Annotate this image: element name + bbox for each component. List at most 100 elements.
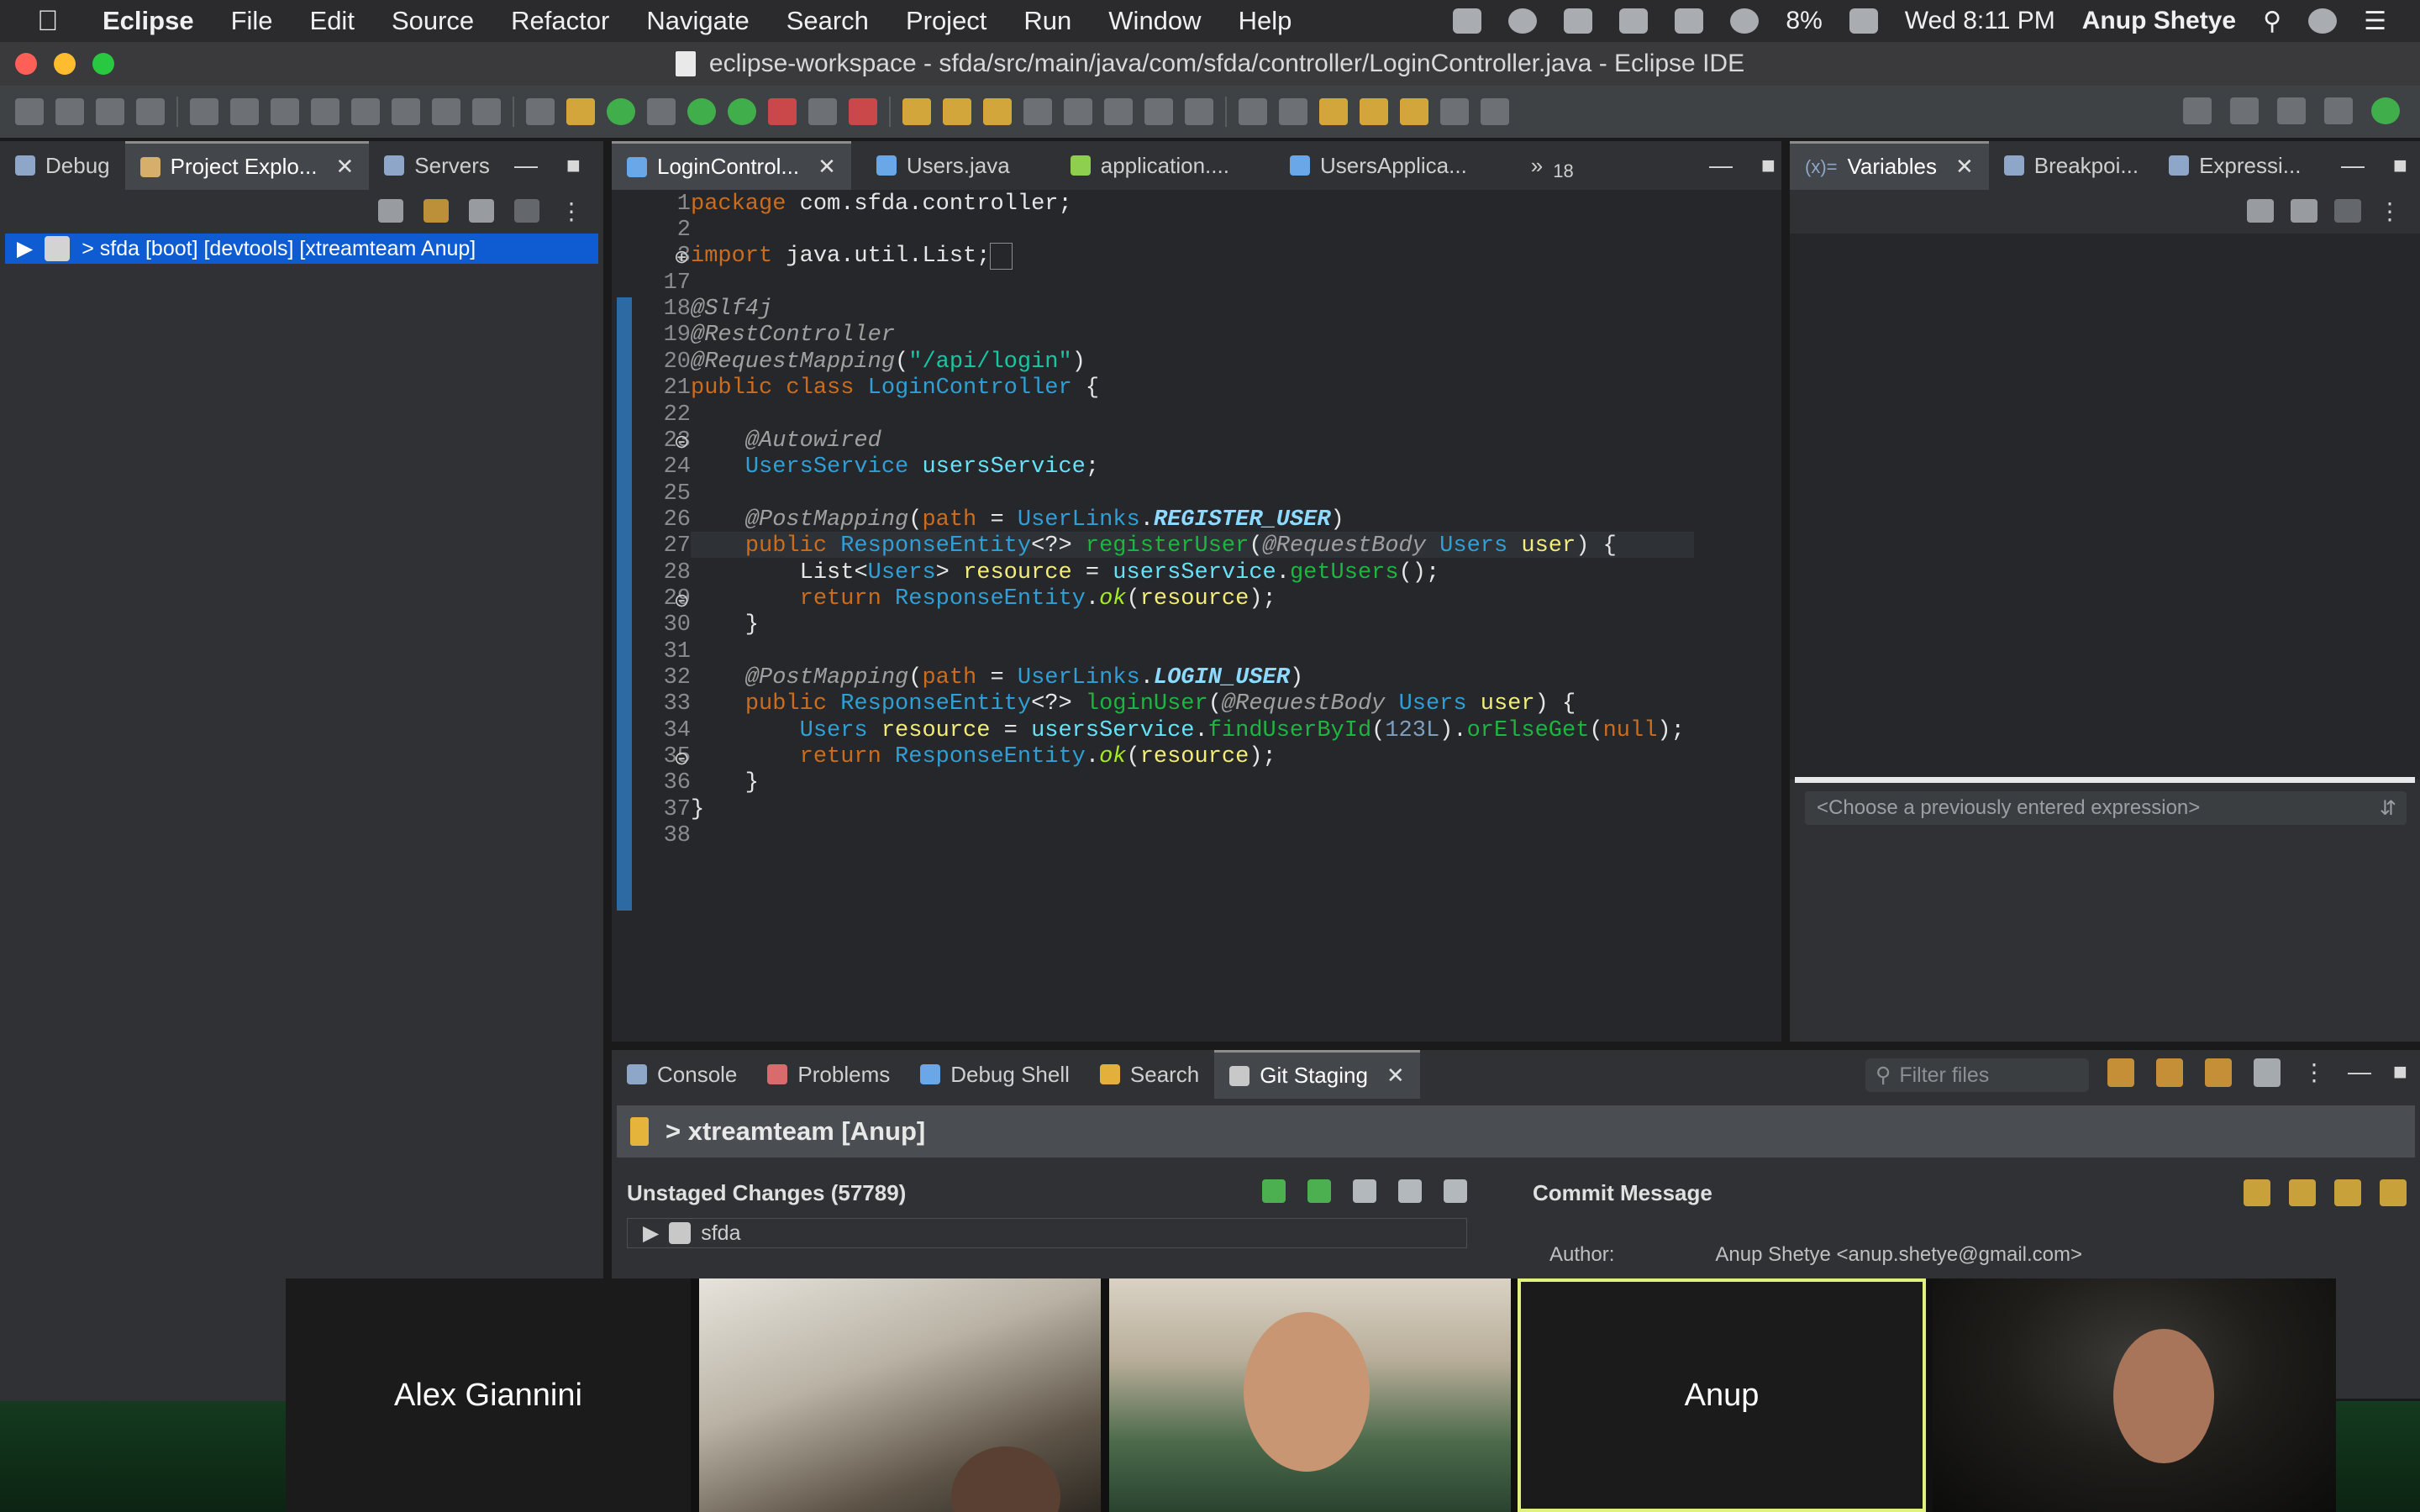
tab-variables[interactable]: (x)= Variables ✕	[1790, 141, 1989, 190]
signed-off-icon[interactable]	[2380, 1179, 2407, 1206]
tab-git-staging[interactable]: Git Staging ✕	[1214, 1050, 1420, 1099]
git-perspective-icon[interactable]	[2324, 97, 2353, 124]
open-task-icon[interactable]	[943, 98, 971, 125]
close-icon[interactable]: ✕	[818, 154, 836, 180]
last-edit-icon[interactable]	[1319, 98, 1348, 125]
wifi-icon[interactable]	[1730, 8, 1760, 34]
fold-collapse-icon[interactable]: ⊝	[674, 430, 689, 456]
open-type-icon[interactable]	[902, 98, 931, 125]
tab-breakpoints[interactable]: Breakpoi...	[1989, 141, 2154, 190]
menu-search[interactable]: Search	[786, 6, 869, 36]
repository-icon[interactable]	[2205, 1058, 2232, 1087]
spell-check-icon[interactable]	[2244, 1179, 2270, 1206]
creative-cloud-icon[interactable]	[1508, 8, 1538, 34]
sign-commit-icon[interactable]	[2334, 1179, 2361, 1206]
bluetooth-icon[interactable]	[1675, 8, 1704, 34]
tab-login-controller[interactable]: LoginControl... ✕	[612, 141, 851, 190]
combo-arrow-icon[interactable]: ⇵	[2380, 796, 2396, 821]
tree-item-sfda-project[interactable]: ▶ > sfda [boot] [devtools] [xtreamteam A…	[5, 234, 598, 264]
view-menu-icon[interactable]: ⋮	[560, 197, 583, 225]
code-area[interactable]: 1 2 3 17 18 19 20 21 22 23 24 25 26 27 2…	[612, 190, 1781, 1038]
menu-source[interactable]: Source	[392, 6, 474, 36]
tree-presentation-icon[interactable]	[1353, 1179, 1376, 1203]
search-tool-icon[interactable]	[983, 98, 1012, 125]
back-icon[interactable]	[1360, 98, 1388, 125]
show-logical-structure-icon[interactable]	[2291, 199, 2317, 223]
stop-icon[interactable]	[808, 98, 837, 125]
layout-icon[interactable]	[2254, 1058, 2281, 1087]
debug-icon[interactable]	[647, 98, 676, 125]
resume-icon[interactable]	[230, 98, 259, 125]
menu-file[interactable]: File	[231, 6, 273, 36]
battery-icon[interactable]	[1849, 8, 1878, 34]
previous-annotation-icon[interactable]	[1279, 98, 1307, 125]
debug-perspective-icon[interactable]	[2371, 97, 2400, 124]
notification-icon[interactable]	[1564, 8, 1593, 34]
tab-search[interactable]: Search	[1085, 1050, 1214, 1099]
menu-help[interactable]: Help	[1239, 6, 1292, 36]
step-over-icon[interactable]	[432, 98, 460, 125]
menubar-clock[interactable]: Wed 8:11 PM	[1905, 7, 2055, 35]
participant-tile-anup[interactable]: Anup	[1518, 1278, 1926, 1512]
close-icon[interactable]: ✕	[335, 154, 354, 180]
view-menu-icon[interactable]: ⋮	[2302, 1058, 2326, 1087]
maximize-icon[interactable]: ■	[1761, 152, 1776, 179]
tab-project-explorer[interactable]: Project Explo... ✕	[124, 141, 370, 190]
skip-breakpoints-icon[interactable]	[190, 98, 218, 125]
use-step-filters-icon[interactable]	[566, 98, 595, 125]
minimize-window-button[interactable]	[54, 53, 76, 75]
fold-expand-icon[interactable]: ⊕	[674, 245, 689, 271]
tab-debug-shell[interactable]: Debug Shell	[905, 1050, 1085, 1099]
detail-pane-sash[interactable]	[1795, 777, 2415, 783]
forward-icon[interactable]	[1400, 98, 1428, 125]
add-all-icon[interactable]	[1307, 1179, 1331, 1203]
view-menu-icon[interactable]: ⋮	[2378, 197, 2402, 225]
participant-video[interactable]	[1933, 1278, 2336, 1512]
coverage-icon[interactable]	[728, 98, 756, 125]
save-icon[interactable]	[55, 98, 84, 125]
show-type-names-icon[interactable]	[2247, 199, 2274, 223]
tab-servers[interactable]: Servers	[369, 141, 505, 190]
tab-overflow[interactable]: » 18	[1516, 141, 1589, 190]
link-selection-icon[interactable]	[2156, 1058, 2183, 1087]
zoom-window-button[interactable]	[92, 53, 114, 75]
disconnect-icon[interactable]	[351, 98, 380, 125]
apple-icon[interactable]: 	[37, 5, 71, 38]
toggle-block-icon[interactable]	[1144, 98, 1173, 125]
maximize-icon[interactable]: ■	[566, 152, 581, 179]
run-icon[interactable]	[687, 98, 716, 125]
tab-users-java[interactable]: Users.java	[861, 141, 1025, 190]
tab-application-properties[interactable]: application....	[1055, 141, 1244, 190]
collapse-all-icon[interactable]	[378, 199, 403, 223]
drop-to-frame-icon[interactable]	[526, 98, 555, 125]
menu-window[interactable]: Window	[1108, 6, 1201, 36]
tab-console[interactable]: Console	[612, 1050, 752, 1099]
filter-icon[interactable]	[469, 199, 494, 223]
edit-icon[interactable]	[1064, 98, 1092, 125]
maximize-icon[interactable]: ■	[2393, 1058, 2407, 1087]
unstaged-item[interactable]: ▶ sfda	[627, 1218, 1467, 1248]
show-whitespace-icon[interactable]	[1185, 98, 1213, 125]
save-all-icon[interactable]	[96, 98, 124, 125]
participant-video[interactable]	[1109, 1278, 1511, 1512]
siri-icon[interactable]	[2308, 8, 2338, 34]
amend-icon[interactable]	[2289, 1179, 2316, 1206]
notification-center-icon[interactable]: ☰	[2364, 7, 2386, 36]
suspend-icon[interactable]	[271, 98, 299, 125]
variables-tree[interactable]	[1790, 234, 2420, 780]
fold-collapse-icon[interactable]: ⊝	[674, 589, 689, 615]
annotation-icon[interactable]	[1023, 98, 1052, 125]
menu-project[interactable]: Project	[906, 6, 986, 36]
tab-debug[interactable]: Debug	[0, 141, 125, 190]
step-into-icon[interactable]	[392, 98, 420, 125]
menu-refactor[interactable]: Refactor	[511, 6, 609, 36]
filter-files-input[interactable]: ⚲ Filter files	[1865, 1058, 2089, 1092]
menu-navigate[interactable]: Navigate	[646, 6, 749, 36]
step-return-icon[interactable]	[472, 98, 501, 125]
terminate-icon[interactable]	[311, 98, 339, 125]
minimize-icon[interactable]: —	[2341, 152, 2365, 179]
close-window-button[interactable]	[15, 53, 37, 75]
open-console-icon[interactable]	[1481, 98, 1509, 125]
minimize-icon[interactable]: —	[2348, 1058, 2371, 1087]
close-icon[interactable]: ✕	[1386, 1063, 1405, 1089]
